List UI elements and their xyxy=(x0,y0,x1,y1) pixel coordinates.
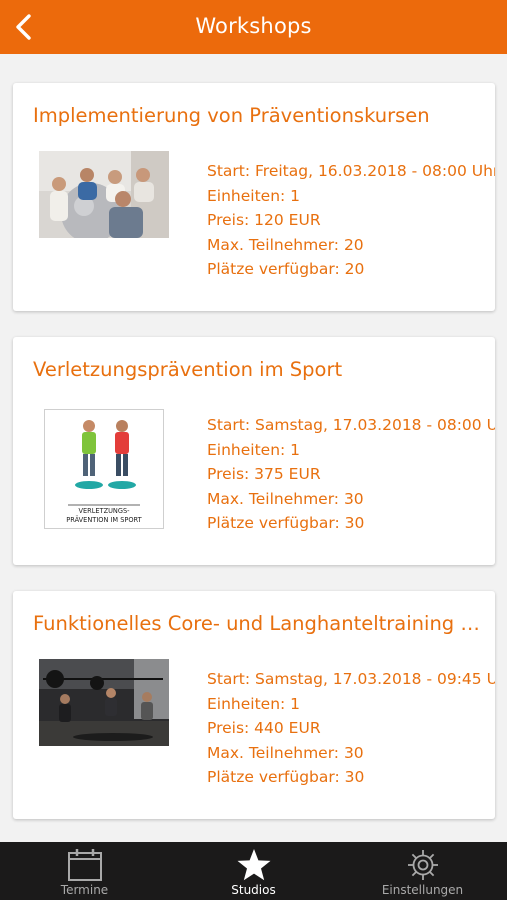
workshop-details: Start: Samstag, 17.03.2018 - 09:45 Uhr E… xyxy=(207,667,495,790)
workshop-title: Implementierung von Präventionskursen xyxy=(33,104,430,127)
workshop-price: Preis: 375 EUR xyxy=(207,465,321,483)
workshop-card[interactable]: Verletzungsprävention im Sport VERLETZUN… xyxy=(13,337,495,565)
gear-icon xyxy=(407,850,438,880)
workshop-price: Preis: 120 EUR xyxy=(207,211,321,229)
tab-termine[interactable]: Termine xyxy=(0,842,169,900)
workshop-max-participants: Max. Teilnehmer: 20 xyxy=(207,235,364,254)
workshop-start: Start: Samstag, 17.03.2018 - 08:00 Uhr xyxy=(207,416,495,434)
workshop-details: Start: Samstag, 17.03.2018 - 08:00 Uhr E… xyxy=(207,413,495,536)
workshop-image: VERLETZUNGS- PRÄVENTION IM SPORT xyxy=(44,409,164,529)
workshop-title: Verletzungsprävention im Sport xyxy=(33,358,343,381)
tab-bar: Termine Studios Einstellungen xyxy=(0,842,507,900)
workshop-units: Einheiten: 1 xyxy=(207,694,301,713)
tab-label: Einstellungen xyxy=(381,883,464,897)
image-caption-line2: PRÄVENTION IM SPORT xyxy=(66,515,142,524)
workshop-image xyxy=(39,659,169,746)
tab-einstellungen[interactable]: Einstellungen xyxy=(338,842,507,900)
star-icon xyxy=(237,849,270,881)
workshop-available-places: Plätze verfügbar: 20 xyxy=(207,260,365,278)
workshop-units: Einheiten: 1 xyxy=(207,440,301,459)
workshop-details: Start: Freitag, 16.03.2018 - 08:00 Uhr E… xyxy=(207,159,495,282)
workshop-card[interactable]: Implementierung von Präventionskursen St… xyxy=(13,83,495,311)
workshop-units: Einheiten: 1 xyxy=(207,186,301,205)
tab-studios[interactable]: Studios xyxy=(169,842,338,900)
workshop-start: Start: Freitag, 16.03.2018 - 08:00 Uhr xyxy=(207,162,495,180)
workshop-card[interactable]: Funktionelles Core- und Langhanteltraini… xyxy=(13,591,495,819)
workshop-available-places: Plätze verfügbar: 30 xyxy=(207,514,365,532)
workshop-image xyxy=(39,151,169,238)
image-caption-line1: VERLETZUNGS- xyxy=(78,507,130,515)
tab-label: Studios xyxy=(231,883,276,897)
page-title: Workshops xyxy=(195,14,312,38)
workshop-max-participants: Max. Teilnehmer: 30 xyxy=(207,743,364,762)
workshop-max-participants: Max. Teilnehmer: 30 xyxy=(207,489,364,508)
tab-label: Termine xyxy=(60,883,109,897)
workshop-list[interactable]: Implementierung von Präventionskursen St… xyxy=(0,54,507,842)
workshop-available-places: Plätze verfügbar: 30 xyxy=(207,768,365,786)
workshop-start: Start: Samstag, 17.03.2018 - 09:45 Uhr xyxy=(207,670,495,688)
app-header: Workshops xyxy=(0,0,507,54)
workshop-title: Funktionelles Core- und Langhanteltraini… xyxy=(33,612,483,635)
calendar-icon xyxy=(67,849,102,881)
workshop-price: Preis: 440 EUR xyxy=(207,719,321,737)
